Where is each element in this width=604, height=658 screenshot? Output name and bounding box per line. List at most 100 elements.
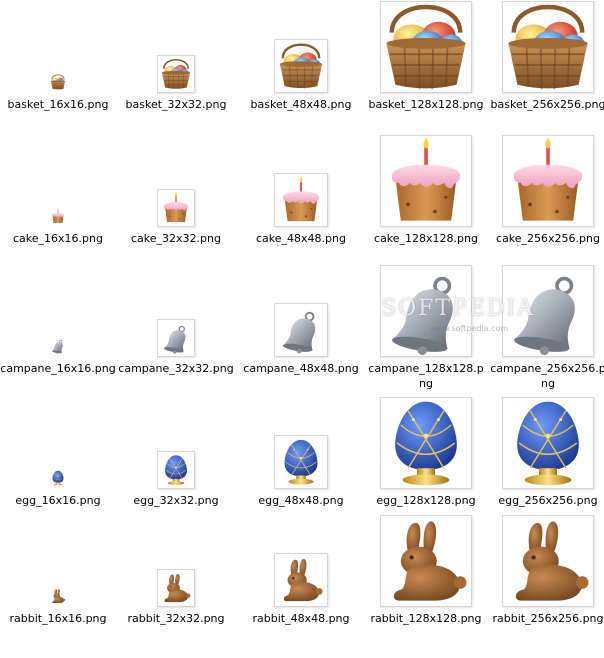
file-name: cake_256x256.png xyxy=(496,232,600,245)
file-thumbnail xyxy=(380,397,472,489)
rabbit-icon xyxy=(393,521,467,601)
file-item[interactable]: cake_256x256.png xyxy=(490,134,604,264)
file-name: basket_32x32.png xyxy=(125,98,227,111)
file-name: cake_16x16.png xyxy=(13,232,103,245)
file-thumbnail xyxy=(48,72,68,92)
file-thumbnail xyxy=(380,1,472,93)
egg-icon xyxy=(52,470,64,486)
file-name: egg_48x48.png xyxy=(258,494,344,507)
bell-icon xyxy=(389,276,455,356)
file-item[interactable]: cake_32x32.png xyxy=(118,134,234,264)
file-thumbnail xyxy=(380,515,472,607)
cake-icon xyxy=(391,137,461,221)
file-name: rabbit_48x48.png xyxy=(252,612,350,625)
file-item[interactable]: egg_128x128.png xyxy=(368,396,484,526)
file-item[interactable]: basket_16x16.png xyxy=(0,0,116,130)
basket-icon xyxy=(50,74,66,90)
egg-icon xyxy=(516,400,580,487)
cake-icon xyxy=(513,137,583,221)
rabbit-icon xyxy=(52,588,66,604)
file-thumbnail xyxy=(157,55,195,93)
basket-icon xyxy=(161,58,191,90)
file-item[interactable]: cake_48x48.png xyxy=(243,134,359,264)
file-thumbnail xyxy=(380,135,472,227)
rabbit-icon xyxy=(164,573,191,603)
rabbit-icon xyxy=(283,558,323,602)
file-name: rabbit_128x128.png xyxy=(370,612,482,625)
file-thumbnail xyxy=(502,265,594,357)
file-item[interactable]: rabbit_48x48.png xyxy=(243,514,359,644)
file-name: egg_256x256.png xyxy=(498,494,598,507)
basket-icon xyxy=(278,43,324,90)
egg-icon xyxy=(394,400,458,487)
egg-icon xyxy=(284,439,318,485)
file-thumbnail xyxy=(48,206,68,226)
file-name: campane_128x128.png xyxy=(368,362,484,390)
file-item[interactable]: campane_48x48.png xyxy=(243,264,359,394)
file-item[interactable]: rabbit_128x128.png xyxy=(368,514,484,644)
file-item[interactable]: rabbit_256x256.png xyxy=(490,514,604,644)
file-item[interactable]: basket_128x128.png xyxy=(368,0,484,130)
file-item[interactable]: egg_48x48.png xyxy=(243,396,359,526)
rabbit-icon xyxy=(515,521,589,601)
egg-icon xyxy=(164,455,188,486)
bell-icon xyxy=(51,339,64,354)
file-thumbnail xyxy=(157,319,195,357)
file-name: basket_16x16.png xyxy=(7,98,109,111)
bell-icon xyxy=(281,311,317,354)
file-item[interactable]: cake_16x16.png xyxy=(0,134,116,264)
file-thumbnail xyxy=(502,1,594,93)
file-item[interactable]: basket_32x32.png xyxy=(118,0,234,130)
file-thumbnail xyxy=(274,303,328,357)
file-thumbnail xyxy=(157,189,195,227)
file-thumbnail xyxy=(502,515,594,607)
file-name: cake_32x32.png xyxy=(131,232,221,245)
file-name: campane_48x48.png xyxy=(243,362,359,375)
file-thumbnail xyxy=(380,265,472,357)
basket-icon xyxy=(503,2,593,92)
file-thumbnail xyxy=(48,586,68,606)
file-item[interactable]: rabbit_16x16.png xyxy=(0,514,116,644)
file-thumbnail xyxy=(157,569,195,607)
basket-icon xyxy=(381,2,471,92)
file-name: campane_16x16.png xyxy=(0,362,116,375)
bell-icon xyxy=(162,325,187,354)
file-thumbnail xyxy=(274,173,328,227)
file-item[interactable]: egg_256x256.png xyxy=(490,396,604,526)
file-name: rabbit_256x256.png xyxy=(492,612,604,625)
file-name: basket_48x48.png xyxy=(250,98,352,111)
file-item[interactable]: egg_32x32.png xyxy=(118,396,234,526)
cake-icon xyxy=(51,208,65,224)
file-thumbnail xyxy=(274,553,328,607)
file-name: rabbit_32x32.png xyxy=(127,612,225,625)
file-name: campane_32x32.png xyxy=(118,362,234,375)
file-item[interactable]: rabbit_32x32.png xyxy=(118,514,234,644)
file-name: egg_128x128.png xyxy=(376,494,476,507)
file-thumbnail xyxy=(274,435,328,489)
cake-icon xyxy=(163,192,189,223)
file-item[interactable]: cake_128x128.png xyxy=(368,134,484,264)
bell-icon xyxy=(511,276,577,356)
file-name: cake_48x48.png xyxy=(256,232,346,245)
file-item[interactable]: egg_16x16.png xyxy=(0,396,116,526)
file-name: basket_256x256.png xyxy=(490,98,604,111)
cake-icon xyxy=(282,176,320,222)
file-name: egg_32x32.png xyxy=(133,494,219,507)
file-item[interactable]: campane_16x16.png xyxy=(0,264,116,394)
file-name: basket_128x128.png xyxy=(368,98,484,111)
file-thumbnail xyxy=(274,39,328,93)
file-item[interactable]: campane_256x256.png xyxy=(490,264,604,394)
file-name: rabbit_16x16.png xyxy=(9,612,107,625)
file-name: cake_128x128.png xyxy=(374,232,478,245)
file-name: egg_16x16.png xyxy=(15,494,101,507)
file-grid: basket_16x16.png basket_32x32.png basket_4… xyxy=(0,0,604,658)
file-item[interactable]: basket_256x256.png xyxy=(490,0,604,130)
file-item[interactable]: campane_128x128.png xyxy=(368,264,484,394)
file-thumbnail xyxy=(157,451,195,489)
file-thumbnail xyxy=(48,336,68,356)
file-item[interactable]: campane_32x32.png xyxy=(118,264,234,394)
file-thumbnail xyxy=(502,397,594,489)
file-item[interactable]: basket_48x48.png xyxy=(243,0,359,130)
file-thumbnail xyxy=(48,468,68,488)
file-name: campane_256x256.png xyxy=(490,362,604,390)
